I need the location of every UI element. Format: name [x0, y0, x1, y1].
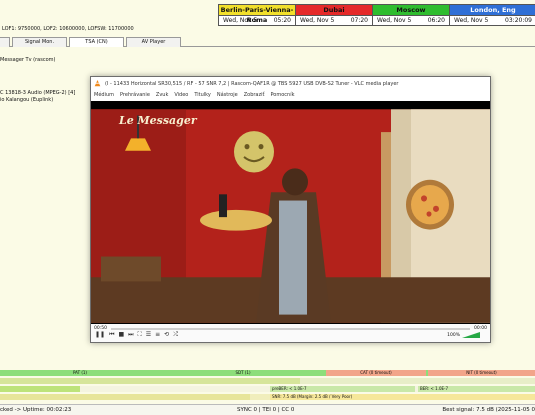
signal-level-row — [0, 378, 535, 384]
table-status-row: PAT (1) SDT (1) CAT (0 timeout) NIT (0 t… — [0, 370, 535, 376]
ber-row: preBER: < 1.0E-7 BER: < 1.0E-7 — [0, 386, 535, 392]
audio-stream-2: io Kalangou (Euplink) — [0, 97, 54, 103]
clock-time: 06:20 — [427, 17, 445, 24]
uptime: cked -> Uptime: 00:02:23 — [0, 407, 72, 413]
world-clocks: Berlin-Paris-Vienna-Roma Wed, Nov 5 05:20… — [218, 4, 535, 26]
nit-status: NIT (0 timeout) — [428, 370, 535, 376]
tab-blank[interactable] — [0, 37, 10, 47]
tab-bar: Signal Mon. TSA (CN) AV Player — [0, 37, 535, 47]
clock-london: London, Eng Wed, Nov 5 03:20:09 — [450, 5, 535, 25]
channel-logo-overlay: Le Messager — [118, 113, 198, 127]
menu-video[interactable]: Video — [174, 92, 188, 98]
clock-city: Moscow — [373, 5, 449, 15]
menu-subtitles[interactable]: Titulky — [194, 92, 210, 98]
shuffle-icon[interactable]: ⤮ — [173, 331, 178, 339]
time-total: 00:00 — [474, 326, 487, 331]
vlc-window[interactable]: (I - 11433 Horizontal SR30,515 / RF - 57… — [90, 76, 491, 343]
clock-date: Wed, Nov 5 — [300, 17, 335, 24]
playback-buttons: ❚❚ ⏮ ■ ⏭ ⛶ ☰ ≡ ⟲ ⤮ — [95, 331, 178, 339]
volume-slider[interactable] — [462, 332, 480, 338]
ber: BER: < 1.0E-7 — [418, 386, 535, 392]
clock-berlin: Berlin-Paris-Vienna-Roma Wed, Nov 5 05:20 — [219, 5, 296, 25]
clock-city: Berlin-Paris-Vienna-Roma — [219, 5, 295, 24]
vlc-menubar: Médium Prehrávanie Zvuk Video Titulky Ná… — [91, 90, 490, 100]
audio-stream: C 13818-3 Audio (MPEG-2) [4] — [0, 90, 76, 96]
best-signal: Best signal: 7.5 dB (2025-11-05 0 — [442, 407, 535, 413]
clock-date: Wed, Nov 5 — [223, 17, 258, 24]
previous-icon[interactable]: ⏮ — [109, 331, 114, 339]
clock-date: Wed, Nov 5 — [454, 17, 489, 24]
clock-date: Wed, Nov 5 — [377, 17, 412, 24]
pause-icon[interactable]: ❚❚ — [95, 331, 105, 339]
snr-text: SNR: 7.5 dB (Margin: 2.5 dB / Very Poor) — [270, 394, 535, 400]
pat-status: PAT (1) — [0, 370, 160, 376]
clock-dubai: Dubai Wed, Nov 5 07:20 — [296, 5, 373, 25]
clock-city: London, Eng — [450, 5, 535, 15]
channel-name: Messager Tv (rascom) — [0, 57, 56, 63]
vlc-titlebar[interactable]: (I - 11433 Horizontal SR30,515 / RF - 57… — [91, 77, 490, 90]
stop-icon[interactable]: ■ — [118, 331, 124, 339]
clock-time: 07:20 — [350, 17, 368, 24]
menu-medium[interactable]: Médium — [94, 92, 114, 98]
loop-icon[interactable]: ⟲ — [164, 331, 169, 339]
volume-label: 100% — [447, 333, 460, 338]
fullscreen-icon[interactable]: ⛶ — [138, 331, 142, 339]
pre-ber: preBER: < 1.0E-7 — [270, 386, 415, 392]
clock-time: 03:20:09 — [505, 17, 532, 24]
seek-bar[interactable] — [110, 327, 471, 330]
next-icon[interactable]: ⏭ — [128, 331, 133, 339]
menu-tools[interactable]: Nástroje — [217, 92, 238, 98]
playlist-icon[interactable]: ≡ — [155, 331, 160, 339]
video-frame[interactable]: Le Messager — [91, 101, 490, 326]
lnb-info: LOF1: 9750000, LOF2: 10600000, LOFSW: 11… — [2, 26, 134, 32]
cat-status: CAT (0 timeout) — [326, 370, 426, 376]
tab-signal-mon[interactable]: Signal Mon. — [12, 37, 67, 47]
clock-city: Dubai — [296, 5, 372, 15]
clock-time: 05:20 — [273, 17, 291, 24]
clock-moscow: Moscow Wed, Nov 5 06:20 — [373, 5, 450, 25]
vlc-title-text: (I - 11433 Horizontal SR30,515 / RF - 57… — [105, 80, 399, 87]
menu-audio[interactable]: Zvuk — [156, 92, 168, 98]
tab-tsa[interactable]: TSA (CN) — [69, 37, 124, 47]
menu-help[interactable]: Pomocník — [270, 92, 294, 98]
status-bar: cked -> Uptime: 00:02:23 SYNC 0 | TEI 0 … — [0, 404, 535, 415]
snr-row: SNR: 7.5 dB (Margin: 2.5 dB / Very Poor) — [0, 394, 535, 400]
menu-view[interactable]: Zobraziť — [244, 92, 265, 98]
vlc-cone-icon — [94, 80, 101, 87]
sync-counters: SYNC 0 | TEI 0 | CC 0 — [237, 407, 295, 413]
vlc-controls: 00:50 00:00 ❚❚ ⏮ ■ ⏭ ⛶ ☰ ≡ ⟲ ⤮ 100% — [91, 324, 490, 342]
sdt-status: SDT (1) — [162, 370, 324, 376]
extended-settings-icon[interactable]: ☰ — [146, 331, 151, 339]
menu-playback[interactable]: Prehrávanie — [120, 92, 150, 98]
tab-av-player[interactable]: AV Player — [126, 37, 181, 47]
